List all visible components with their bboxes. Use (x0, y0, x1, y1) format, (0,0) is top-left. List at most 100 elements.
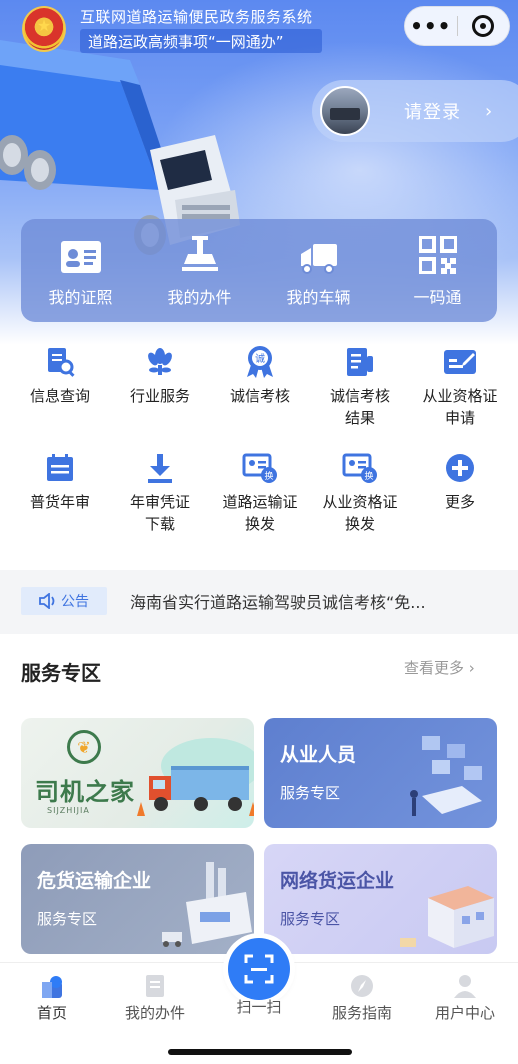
national-emblem-icon (22, 6, 66, 52)
more-menu-button[interactable]: ••• (405, 14, 457, 38)
card-practitioners[interactable]: 从业人员 服务专区 (264, 718, 497, 828)
qr-code-icon (418, 235, 457, 274)
calendar-icon (47, 454, 73, 481)
target-icon (472, 15, 495, 37)
tab-label-scan[interactable]: 扫一扫 (214, 996, 304, 1017)
card-driver-home[interactable]: ❦ 司机之家 SIJZHIJIA (21, 718, 254, 828)
quick-my-licenses[interactable]: 我的证照 (26, 234, 136, 308)
medal-icon: 诚 (247, 346, 273, 378)
quick-label: 一码通 (413, 287, 462, 307)
card-title: 网络货运企业 (280, 870, 395, 892)
doc-search-icon (48, 348, 75, 377)
tab-label: 首页 (36, 1004, 67, 1022)
quick-one-code[interactable]: 一码通 (383, 234, 493, 308)
scan-button[interactable] (228, 938, 290, 1000)
tab-label: 我的办件 (124, 1004, 185, 1022)
warehouse-illustration (400, 886, 494, 948)
card-network-freight-enterprise[interactable]: 网络货运企业 服务专区 (264, 844, 497, 954)
service-qualification-renew[interactable]: 换 从业资格证 换发 (310, 451, 410, 547)
service-label-line2: 下载 (144, 515, 175, 533)
cargo-truck-illustration (137, 738, 254, 816)
service-label-line1: 从业资格证 (422, 387, 498, 405)
chevron-right-icon: › (485, 100, 493, 122)
doc-result-icon (347, 348, 373, 376)
plus-circle-icon (446, 454, 474, 482)
service-label: 普货年审 (29, 493, 90, 511)
edit-card-icon (444, 350, 476, 374)
card-exchange-icon: 换 (242, 453, 277, 483)
miniapp-capsule: ••• (404, 6, 510, 46)
scan-icon (244, 954, 274, 984)
close-miniapp-button[interactable] (457, 15, 509, 37)
service-label: 诚信考核 (229, 387, 290, 405)
service-qualification-apply[interactable]: 从业资格证 申请 (410, 345, 510, 441)
service-label-line2: 结果 (344, 409, 375, 427)
card-subtitle: 服务专区 (37, 910, 98, 928)
service-transport-cert-renew[interactable]: 换 道路运输证 换发 (210, 451, 310, 547)
login-label: 请登录 (404, 102, 461, 123)
quick-actions-panel: 我的证照 我的办件 我的车辆 一码通 (21, 219, 497, 322)
service-credit-assessment[interactable]: 诚 诚信考核 (210, 345, 310, 441)
system-title: 互联网道路运输便民政务服务系统 (80, 8, 313, 26)
card-hazmat-enterprise[interactable]: 危货运输企业 服务专区 (21, 844, 254, 954)
card-title: 司机之家 (35, 778, 135, 806)
service-label-line1: 道路运输证 (222, 493, 298, 511)
factory-illustration (162, 862, 252, 947)
download-icon (148, 454, 172, 483)
people-screens-illustration (410, 736, 482, 816)
svg-text:换: 换 (364, 470, 373, 482)
notice-tag: 公告 (21, 587, 107, 615)
tab-service-guide[interactable]: 服务指南 (317, 972, 407, 1023)
service-label: 更多 (444, 493, 475, 511)
login-button[interactable]: 请登录 › (312, 80, 518, 142)
tab-label: 用户中心 (434, 1004, 495, 1022)
quick-my-vehicles[interactable]: 我的车辆 (264, 234, 374, 308)
document-icon (146, 975, 164, 997)
quick-label: 我的证照 (48, 287, 113, 307)
svg-text:换: 换 (264, 470, 273, 482)
notice-tag-label: 公告 (61, 594, 89, 610)
tab-label: 服务指南 (331, 1004, 392, 1022)
service-label-line2: 换发 (344, 515, 375, 533)
tab-user-center[interactable]: 用户中心 (420, 972, 510, 1023)
notice-text[interactable]: 海南省实行道路运输驾驶员诚信考核“免... (130, 589, 426, 613)
service-label: 信息查询 (29, 387, 90, 405)
flower-icon (148, 348, 172, 375)
service-label-line1: 年审凭证 (129, 493, 190, 511)
compass-icon (351, 975, 373, 997)
card-subtitle: SIJZHIJIA (47, 806, 90, 815)
service-more[interactable]: 更多 (410, 451, 510, 547)
avatar (320, 86, 370, 136)
tab-home[interactable]: 首页 (7, 972, 97, 1023)
service-label-line2: 申请 (444, 409, 475, 427)
user-icon (454, 975, 476, 998)
quick-my-cases[interactable]: 我的办件 (145, 234, 255, 308)
service-info-query[interactable]: 信息查询 (10, 345, 110, 441)
speaker-icon (39, 593, 55, 609)
service-label-line1: 诚信考核 (329, 387, 390, 405)
card-subtitle: 服务专区 (280, 910, 341, 928)
home-indicator[interactable] (168, 1049, 352, 1055)
stamp-icon (181, 235, 218, 271)
home-icon (42, 976, 62, 998)
service-grid: 信息查询 行业服务 诚 诚信考核 诚信考核 结果 从业资格证 申请 普货年审 年… (10, 345, 510, 547)
service-industry[interactable]: 行业服务 (110, 345, 210, 441)
service-cargo-annual-review[interactable]: 普货年审 (10, 451, 110, 547)
truck-icon (300, 243, 337, 274)
card-exchange-icon: 换 (342, 453, 377, 483)
svg-text:诚: 诚 (255, 353, 265, 365)
service-review-cert-download[interactable]: 年审凭证 下载 (110, 451, 210, 547)
service-label: 行业服务 (129, 387, 190, 405)
quick-label: 我的车辆 (286, 287, 351, 307)
service-credit-result[interactable]: 诚信考核 结果 (310, 345, 410, 441)
view-more-link[interactable]: 查看更多 › (404, 657, 475, 678)
quick-label: 我的办件 (167, 287, 232, 307)
card-title: 危货运输企业 (37, 870, 152, 892)
system-subtitle: 道路运政高频事项“一网通办” (80, 29, 322, 53)
driver-home-logo-icon: ❦ (67, 730, 101, 764)
service-label-line2: 换发 (244, 515, 275, 533)
service-label-line1: 从业资格证 (322, 493, 398, 511)
card-title: 从业人员 (280, 744, 357, 766)
id-card-icon (60, 240, 101, 273)
tab-my-cases[interactable]: 我的办件 (110, 972, 200, 1023)
